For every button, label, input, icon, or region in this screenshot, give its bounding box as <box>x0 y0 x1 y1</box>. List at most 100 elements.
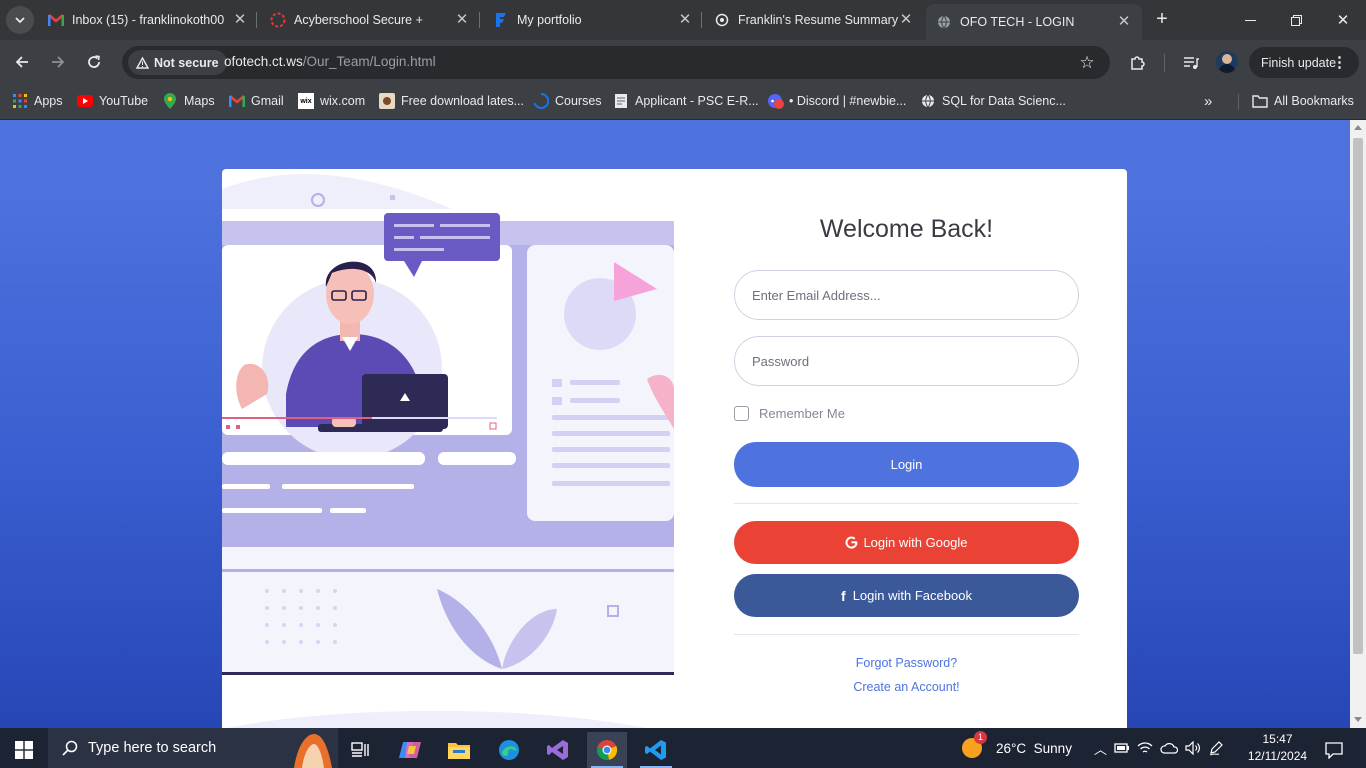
remember-me-checkbox[interactable] <box>734 406 749 421</box>
maps-icon <box>162 93 178 109</box>
tab-inbox[interactable]: Inbox (15) - franklinokoth00 ✕ <box>48 0 248 40</box>
remember-me-label: Remember Me <box>759 406 845 421</box>
welcome-heading: Welcome Back! <box>819 215 994 243</box>
tab-separator <box>256 12 257 28</box>
clock-time: 15:47 <box>1262 732 1293 746</box>
reload-button[interactable] <box>80 48 108 76</box>
forgot-password-link[interactable]: Forgot Password? <box>734 656 1079 670</box>
edge-button[interactable] <box>489 732 529 768</box>
restore-button[interactable] <box>1274 0 1318 40</box>
scrollbar-thumb[interactable] <box>1353 138 1363 654</box>
close-window-button[interactable]: ✕ <box>1320 0 1366 40</box>
bookmark-label: wix.com <box>320 94 366 108</box>
acyberschool-icon <box>270 12 286 28</box>
tab-title: Acyberschool Secure + <box>294 13 423 27</box>
back-button[interactable] <box>8 48 36 76</box>
wifi-icon[interactable] <box>1137 741 1153 755</box>
bookmark-applicant-psc[interactable]: Applicant - PSC E-R... <box>613 93 759 109</box>
tab-acyberschool[interactable]: Acyberschool Secure + ✕ <box>270 0 470 40</box>
folder-icon <box>448 743 470 759</box>
tab-portfolio[interactable]: My portfolio ✕ <box>493 0 693 40</box>
close-tab-icon[interactable]: ✕ <box>1116 14 1132 30</box>
tab-search-button[interactable] <box>6 6 34 34</box>
scroll-down-arrow-icon[interactable] <box>1354 717 1362 722</box>
google-login-label: Login with Google <box>863 535 968 550</box>
close-tab-icon[interactable]: ✕ <box>677 12 693 28</box>
scroll-up-arrow-icon[interactable] <box>1354 125 1362 130</box>
bookmark-star-button[interactable]: ☆ <box>1077 53 1097 73</box>
close-icon: ✕ <box>1336 12 1350 29</box>
wix-icon: wix <box>298 93 314 109</box>
tab-resume[interactable]: Franklin's Resume Summary ✕ <box>714 0 914 40</box>
pen-icon[interactable] <box>1208 740 1224 756</box>
bookmark-youtube[interactable]: YouTube <box>77 93 148 109</box>
battery-icon[interactable] <box>1114 742 1130 754</box>
bookmark-label: YouTube <box>99 94 149 108</box>
visual-studio-icon <box>547 740 568 760</box>
onedrive-cloud-icon[interactable] <box>1160 742 1179 754</box>
login-form: Welcome Back! Enter Email Address... Pas… <box>674 169 1127 728</box>
avatar-body <box>1219 64 1235 73</box>
media-control-button[interactable] <box>1178 50 1204 76</box>
bookmarks-overflow-button[interactable]: » <box>1204 93 1212 110</box>
new-tab-button[interactable]: + <box>1150 8 1174 32</box>
bookmark-free-download[interactable]: Free download lates... <box>379 93 524 109</box>
create-account-link[interactable]: Create an Account! <box>734 680 1079 694</box>
minimize-button[interactable] <box>1228 0 1272 40</box>
url-path: /Our_Team/Login.html <box>302 54 436 69</box>
bookmark-maps[interactable]: Maps <box>162 93 215 109</box>
bookmark-gmail[interactable]: Gmail <box>229 93 284 109</box>
forward-button[interactable] <box>44 48 72 76</box>
visual-studio-button[interactable] <box>538 732 578 768</box>
start-button[interactable] <box>4 732 44 768</box>
playlist-icon <box>1184 57 1199 69</box>
bookmark-wix[interactable]: wix wix.com <box>298 93 365 109</box>
clock[interactable]: 15:47 12/11/2024 <box>1240 731 1315 767</box>
chatgpt-icon <box>714 12 730 28</box>
youtube-icon <box>77 93 93 109</box>
vscode-button[interactable] <box>636 732 676 768</box>
address-bar[interactable]: Not secure ofotech.ct.ws/Our_Team/Login.… <box>122 46 1110 79</box>
close-tab-icon[interactable]: ✕ <box>454 12 470 28</box>
email-field[interactable]: Enter Email Address... <box>734 270 1079 320</box>
chrome-button[interactable] <box>587 732 627 768</box>
volume-icon[interactable] <box>1185 741 1201 755</box>
google-login-button[interactable]: Login with Google <box>734 521 1079 564</box>
bookmark-apps[interactable]: Apps <box>12 93 63 109</box>
bookmarks-divider <box>1238 94 1239 110</box>
bookmark-discord[interactable]: • Discord | #newbie... <box>767 93 906 109</box>
tab-strip: Inbox (15) - franklinokoth00 ✕ Acybersch… <box>0 0 1366 40</box>
file-explorer-button[interactable] <box>439 732 479 768</box>
courses-icon <box>533 93 549 109</box>
page-scrollbar[interactable] <box>1350 120 1366 728</box>
login-button[interactable]: Login <box>734 442 1079 487</box>
all-bookmarks-button[interactable]: All Bookmarks <box>1252 93 1354 109</box>
bookmark-courses[interactable]: Courses <box>533 93 602 109</box>
notifications-button[interactable] <box>1314 732 1354 768</box>
finish-update-button[interactable]: Finish update ⋮ <box>1249 47 1359 78</box>
chevron-up-icon[interactable]: ︿ <box>1094 739 1107 758</box>
url-domain: ofotech.ct.ws <box>224 54 303 69</box>
google-icon <box>845 536 858 549</box>
avatar-head <box>1222 54 1232 64</box>
taskbar-search-box[interactable]: Type here to search <box>48 728 338 768</box>
extensions-button[interactable] <box>1124 50 1150 76</box>
task-view-button[interactable] <box>340 732 380 768</box>
tab-ofo-tech-login[interactable]: OFO TECH - LOGIN ✕ <box>926 4 1142 40</box>
tab-title: Franklin's Resume Summary <box>738 13 898 27</box>
close-tab-icon[interactable]: ✕ <box>232 12 248 28</box>
bookmarks-bar: Apps YouTube Maps Gmail wix wix.com Free… <box>0 84 1366 120</box>
facebook-login-button[interactable]: f Login with Facebook <box>734 574 1079 617</box>
weather-widget[interactable]: 1 26°C Sunny <box>962 728 1082 768</box>
password-field[interactable]: Password <box>734 336 1079 386</box>
copilot-button[interactable] <box>390 732 430 768</box>
bookmark-sql[interactable]: SQL for Data Scienc... <box>920 93 1066 109</box>
remember-me[interactable]: Remember Me <box>734 406 845 421</box>
arrow-right-icon <box>52 56 65 68</box>
search-icon <box>62 740 78 756</box>
profile-avatar[interactable] <box>1216 51 1238 73</box>
site-info-chip[interactable]: Not secure <box>128 50 227 75</box>
bookmark-label: SQL for Data Scienc... <box>942 94 1066 108</box>
windows-taskbar: Type here to search 1 26°C Sunny ︿ 15:47… <box>0 728 1366 768</box>
close-tab-icon[interactable]: ✕ <box>898 12 914 28</box>
